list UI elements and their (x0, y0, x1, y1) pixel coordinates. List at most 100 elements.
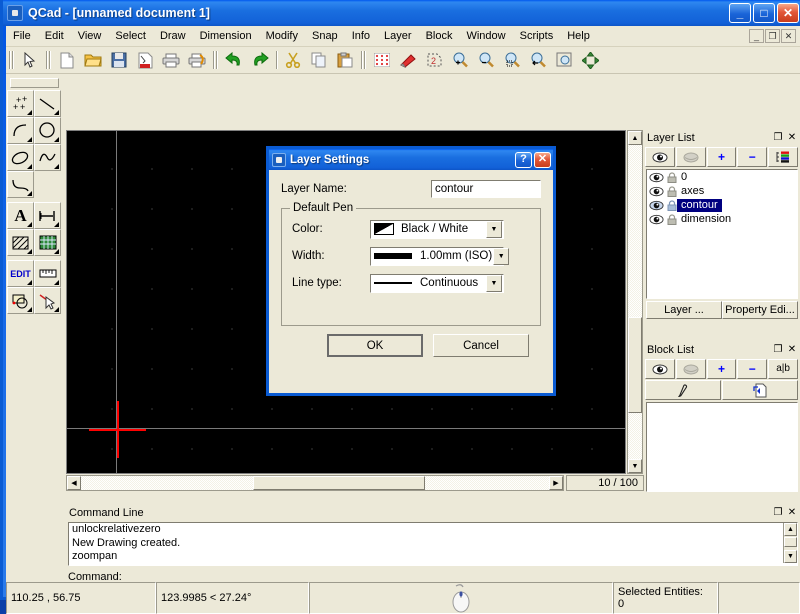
layer-lock-icon[interactable] (667, 185, 677, 197)
dialog-close-button[interactable]: ✕ (534, 151, 551, 168)
layer-row-3[interactable]: dimension (647, 212, 797, 226)
vscroll-thumb[interactable] (628, 317, 642, 413)
show-all-blocks-button[interactable] (645, 359, 675, 379)
remove-layer-button[interactable]: − (737, 147, 768, 167)
linetype-chevron-down-icon[interactable]: ▼ (486, 274, 502, 292)
layer-lock-icon[interactable] (667, 199, 677, 211)
width-chevron-down-icon[interactable]: ▼ (493, 247, 510, 265)
zoom-in-icon[interactable] (448, 49, 472, 71)
scroll-left-arrow[interactable]: ◀ (67, 476, 81, 490)
menu-info[interactable]: Info (345, 28, 377, 44)
zoom-out-icon[interactable] (474, 49, 498, 71)
spline-tool[interactable] (34, 144, 61, 171)
circle-tool[interactable] (34, 117, 61, 144)
image-tool[interactable] (34, 229, 61, 256)
scroll-down-arrow[interactable]: ▼ (628, 459, 642, 473)
menu-view[interactable]: View (71, 28, 109, 44)
layer-row-1[interactable]: axes (647, 184, 797, 198)
palette-handle[interactable] (10, 78, 59, 88)
rename-block-button[interactable]: a|b (768, 359, 798, 379)
print-preview-icon[interactable] (185, 49, 209, 71)
menu-snap[interactable]: Snap (305, 28, 345, 44)
cancel-button[interactable]: Cancel (433, 334, 529, 357)
mdi-restore-button[interactable]: ❐ (765, 29, 780, 43)
close-button[interactable]: ✕ (777, 3, 799, 23)
remove-block-button[interactable]: − (737, 359, 768, 379)
modify-tool[interactable] (7, 287, 34, 314)
polyline-tool[interactable] (7, 171, 34, 198)
layer-lock-icon[interactable] (667, 213, 677, 225)
hscroll-thumb[interactable] (253, 476, 425, 490)
command-scroll-down-arrow[interactable]: ▼ (784, 550, 797, 563)
layer-row-0[interactable]: 0 (647, 170, 797, 184)
mdi-close-button[interactable]: ✕ (781, 29, 796, 43)
layer-row-2-selected[interactable]: contour (647, 198, 797, 212)
grid-icon[interactable] (370, 49, 394, 71)
tab-layer-list[interactable]: Layer ... (646, 301, 722, 319)
menu-draw[interactable]: Draw (153, 28, 193, 44)
width-combobox[interactable]: 1.00mm (ISO) ▼ (370, 246, 510, 266)
layer-panel-undock-icon[interactable]: ❐ (772, 132, 784, 144)
toolbar-grip[interactable] (8, 50, 15, 70)
insert-block-button[interactable] (722, 380, 798, 400)
command-panel-close-icon[interactable]: ✕ (786, 507, 798, 519)
edit-tool[interactable]: EDIT (7, 260, 34, 287)
toolbar-grip-4[interactable] (360, 50, 367, 70)
color-chevron-down-icon[interactable]: ▼ (486, 220, 502, 238)
layer-visibility-icon[interactable] (649, 172, 664, 183)
color-combobox[interactable]: Black / White ▼ (370, 219, 504, 239)
linetype-combobox[interactable]: Continuous ▼ (370, 273, 504, 293)
ellipse-tool[interactable] (7, 144, 34, 171)
layer-lock-icon[interactable] (667, 171, 677, 183)
hide-all-blocks-button[interactable] (675, 359, 706, 379)
edit-block-button[interactable] (645, 380, 721, 400)
points-tool[interactable]: + + + + (7, 90, 34, 117)
zoom-window-icon[interactable] (552, 49, 576, 71)
text-tool[interactable]: A (7, 202, 34, 229)
edit-layer-button[interactable] (768, 147, 798, 167)
block-panel-undock-icon[interactable]: ❐ (772, 344, 784, 356)
layer-name-input[interactable] (431, 180, 541, 198)
undo-icon[interactable] (222, 49, 246, 71)
command-output[interactable]: unlockrelativezero New Drawing created. … (68, 522, 798, 566)
command-panel-undock-icon[interactable]: ❐ (772, 507, 784, 519)
toolbar-grip-3[interactable] (212, 50, 219, 70)
print-icon[interactable] (159, 49, 183, 71)
menu-edit[interactable]: Edit (38, 28, 71, 44)
export-pdf-icon[interactable] (133, 49, 157, 71)
command-scroll-thumb[interactable] (784, 537, 797, 547)
layer-visibility-icon[interactable] (649, 186, 664, 197)
command-scroll-up-arrow[interactable]: ▲ (784, 523, 797, 536)
canvas-vertical-scrollbar[interactable]: ▲ ▼ (627, 130, 643, 474)
command-output-scrollbar[interactable]: ▲ ▼ (783, 523, 797, 563)
line-tool[interactable] (34, 90, 61, 117)
redraw-icon[interactable]: 2 (422, 49, 446, 71)
layer-visibility-icon[interactable] (649, 214, 664, 225)
menu-layer[interactable]: Layer (377, 28, 419, 44)
pan-icon[interactable] (578, 49, 602, 71)
dialog-help-button[interactable]: ? (515, 151, 532, 168)
new-file-icon[interactable] (55, 49, 79, 71)
hide-all-layers-button[interactable] (675, 147, 706, 167)
select-pointer-icon[interactable] (18, 49, 42, 71)
hatch-tool[interactable] (7, 229, 34, 256)
block-listbox[interactable] (646, 402, 798, 492)
tab-property-editor[interactable]: Property Edi... (722, 301, 798, 319)
dimension-tool[interactable] (34, 202, 61, 229)
scroll-up-arrow[interactable]: ▲ (628, 131, 642, 145)
save-file-icon[interactable] (107, 49, 131, 71)
menu-scripts[interactable]: Scripts (513, 28, 561, 44)
mdi-minimize-button[interactable]: _ (749, 29, 764, 43)
add-layer-button[interactable]: + (706, 147, 737, 167)
eraser-icon[interactable] (396, 49, 420, 71)
layer-visibility-icon[interactable] (649, 200, 664, 211)
add-block-button[interactable]: + (706, 359, 737, 379)
menu-select[interactable]: Select (108, 28, 153, 44)
zoom-previous-icon[interactable] (526, 49, 550, 71)
layer-listbox[interactable]: 0 axes contour dimension (646, 169, 798, 299)
measure-tool[interactable] (34, 260, 61, 287)
copy-icon[interactable] (307, 49, 331, 71)
open-file-icon[interactable] (81, 49, 105, 71)
menu-dimension[interactable]: Dimension (193, 28, 259, 44)
maximize-button[interactable]: □ (753, 3, 775, 23)
